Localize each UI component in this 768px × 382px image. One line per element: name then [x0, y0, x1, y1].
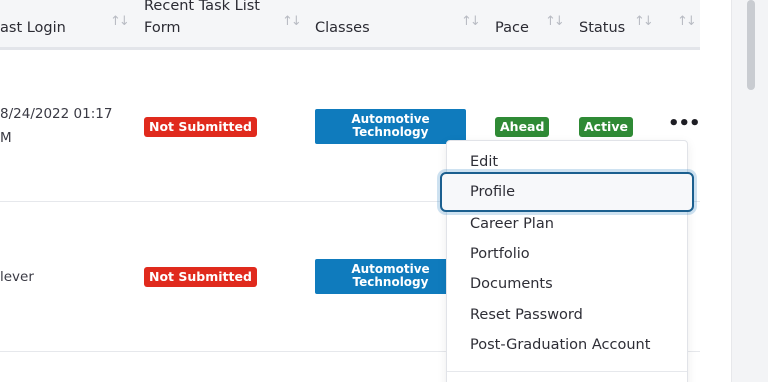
class-name-line2: Technology	[352, 125, 429, 139]
menu-divider	[447, 371, 687, 372]
sort-arrows-icon[interactable]: ↑↓	[461, 14, 481, 29]
class-name-line2: Technology	[352, 275, 429, 289]
column-header-classes[interactable]: Classes	[315, 17, 370, 39]
status-badge: Active	[579, 117, 633, 137]
column-header-status[interactable]: Status	[579, 17, 625, 39]
menu-item-reset-password[interactable]: Reset Password	[447, 300, 687, 330]
menu-item-portfolio[interactable]: Portfolio	[447, 239, 687, 269]
column-header-task-form-line1[interactable]: Recent Task List	[144, 0, 260, 17]
menu-item-post-graduation-account[interactable]: Post-Graduation Account	[447, 330, 687, 360]
sort-arrows-icon[interactable]: ↑↓	[545, 14, 565, 29]
row-actions-menu: Edit Profile Career Plan Portfolio Docum…	[440, 140, 694, 382]
students-table: ast Login ↑↓ Recent Task List Form ↑↓ Cl…	[0, 0, 700, 382]
sort-arrows-icon[interactable]: ↑↓	[110, 14, 130, 29]
menu-item-career-plan[interactable]: Career Plan	[447, 209, 687, 239]
column-header-task-form-line2[interactable]: Form	[144, 17, 181, 39]
scrollbar-thumb[interactable]	[747, 0, 755, 90]
task-form-status-badge: Not Submitted	[144, 267, 257, 287]
task-form-status-badge: Not Submitted	[144, 117, 257, 137]
vertical-scrollbar[interactable]	[731, 0, 768, 382]
pace-badge: Ahead	[495, 117, 550, 137]
class-badge[interactable]: Automotive Technology	[315, 109, 466, 144]
sort-arrows-icon[interactable]: ↑↓	[677, 14, 697, 29]
more-horizontal-icon[interactable]: •••	[668, 115, 700, 133]
sort-arrows-icon[interactable]: ↑↓	[634, 14, 654, 29]
last-login-value: 8/24/2022 01:17	[0, 106, 113, 122]
column-header-pace[interactable]: Pace	[495, 17, 529, 39]
class-badge[interactable]: Automotive Technology	[315, 259, 466, 294]
last-login-value: lever	[0, 269, 34, 285]
menu-item-profile[interactable]: Profile	[440, 172, 694, 212]
menu-item-documents[interactable]: Documents	[447, 269, 687, 299]
sort-arrows-icon[interactable]: ↑↓	[282, 14, 302, 29]
last-login-value: M	[0, 130, 12, 146]
column-header-last-login[interactable]: ast Login	[0, 17, 66, 39]
table-header: ast Login ↑↓ Recent Task List Form ↑↓ Cl…	[0, 0, 700, 50]
